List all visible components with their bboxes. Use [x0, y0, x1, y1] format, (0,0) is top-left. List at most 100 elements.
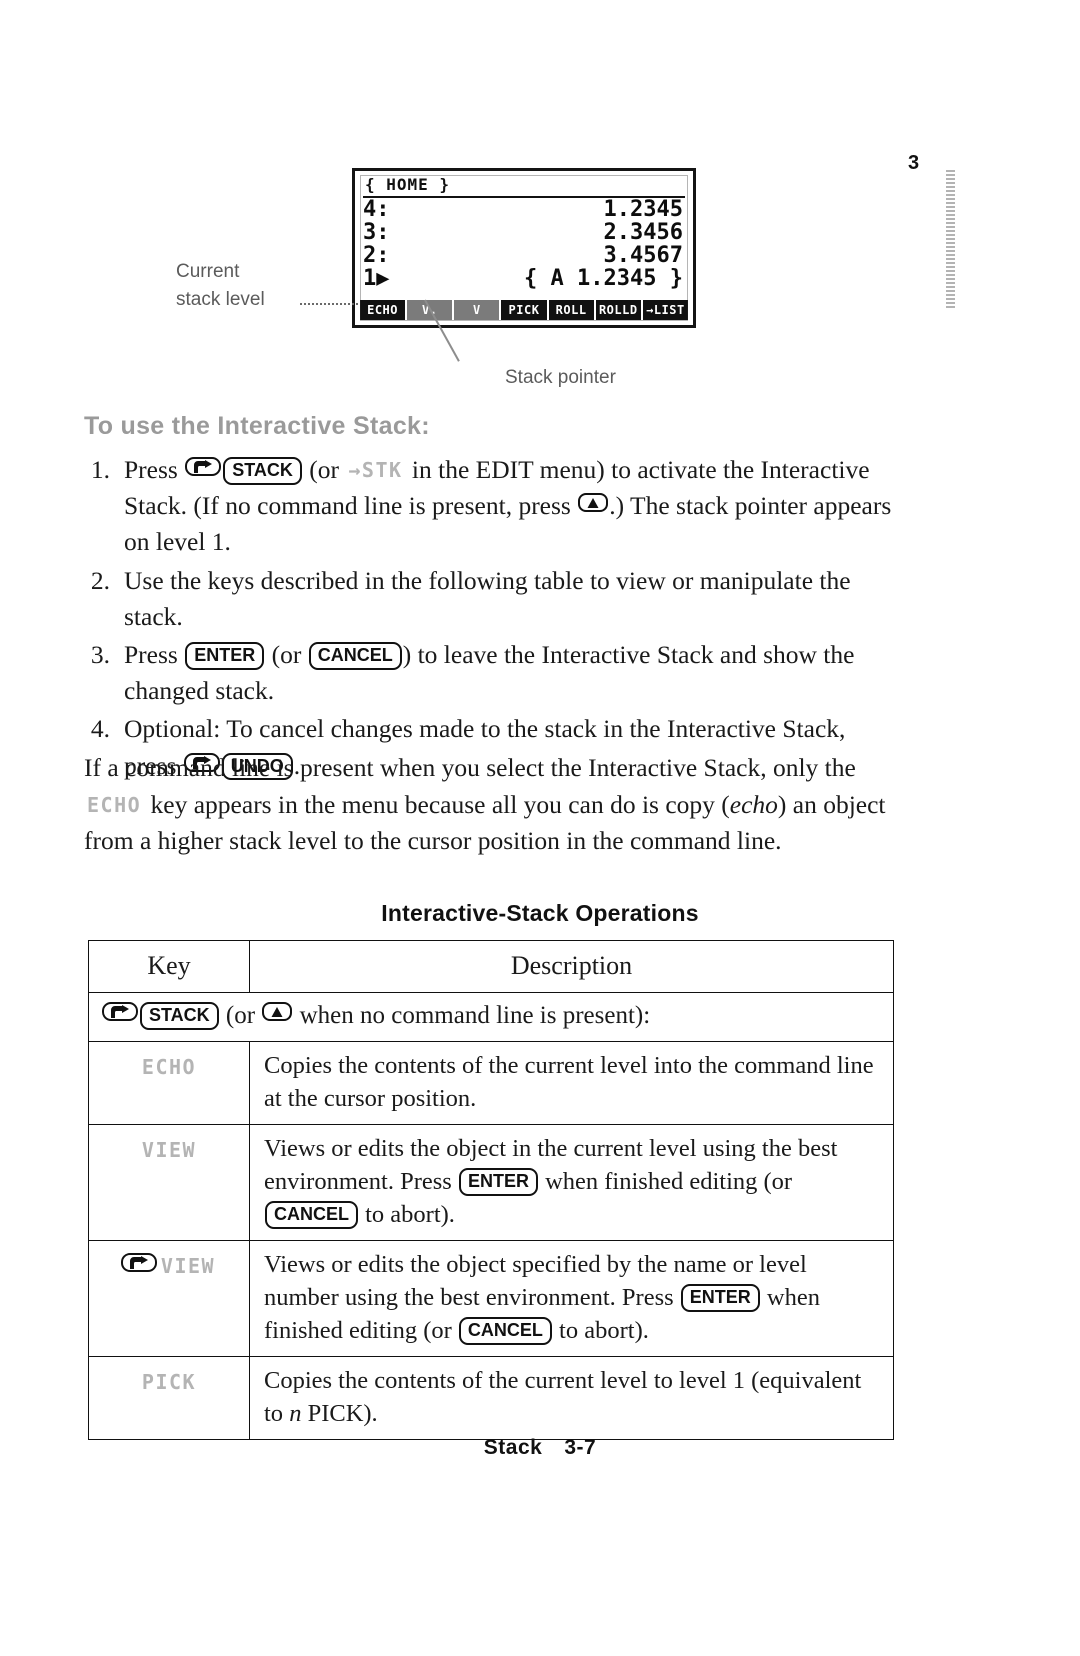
right-shift-key-icon [185, 457, 222, 476]
table-row: VIEW Views or edits the object in the cur… [88, 1123, 894, 1242]
body-text: If a command line is present when you se… [84, 753, 856, 782]
callout-leader-line-current [300, 303, 358, 305]
table-caption: Interactive-Stack Operations [381, 900, 699, 926]
step-number: 2. [90, 565, 110, 595]
softkey-list[interactable]: →LIST [642, 300, 688, 320]
keycap-stack: STACK [223, 457, 302, 485]
softkey-label-echo: ECHO [87, 792, 142, 817]
step-text: Press ENTER (or CANCEL) to leave the Int… [124, 637, 898, 709]
step-number: 3. [90, 640, 110, 670]
keycap-cancel: CANCEL [265, 1201, 358, 1229]
stack-level-label: 3: [363, 219, 390, 245]
body-text: Press [124, 640, 185, 670]
keycap-stack: STACK [140, 1002, 219, 1030]
chapter-thumb-bar [946, 170, 955, 310]
up-arrow-key-icon [578, 493, 609, 513]
body-text: PICK). [301, 1400, 378, 1428]
chapter-thumb-number: 3 [908, 152, 920, 174]
table-cell-activation-note: STACK (or when no command line is presen… [88, 992, 894, 1042]
instruction-step: 2. Use the keys described in the followin… [84, 563, 898, 635]
table-row: ECHO Copies the contents of the current l… [88, 1040, 894, 1125]
stack-pointer-icon: ▶ [376, 265, 390, 291]
display-home-path: { HOME } [365, 175, 451, 194]
step-text: Press STACK (or →STK in the EDIT menu) t… [124, 452, 898, 561]
body-text: to abort). [552, 1317, 649, 1345]
softkey-roll[interactable]: ROLL [548, 300, 594, 320]
stack-level-value: 1.2345 [603, 196, 683, 222]
table-body: STACK (or when no command line is presen… [88, 992, 894, 1441]
body-text: (or [265, 640, 308, 670]
footer-section-name: Stack [483, 1436, 543, 1459]
keycap-cancel: CANCEL [458, 1317, 552, 1345]
stack-level-value: 3.4567 [603, 242, 683, 268]
table-cell-key: VIEW [88, 1123, 250, 1242]
table-row: VIEW Views or edits the object specified … [88, 1240, 894, 1358]
body-text: (or [302, 455, 346, 484]
instruction-step: 1. Press STACK (or →STK in the EDIT menu)… [84, 452, 898, 561]
callout-current-line1: Current [176, 261, 240, 282]
table-row: PICK Copies the contents of the current l… [88, 1356, 894, 1441]
keycap-enter: ENTER [680, 1284, 760, 1312]
keycap-enter: ENTER [185, 642, 265, 670]
body-text: when no command line is present): [293, 1002, 651, 1030]
body-text: Use the keys described in the following … [124, 565, 851, 631]
command-line-paragraph: If a command line is present when you se… [84, 750, 902, 860]
table-cell-description: Copies the contents of the current level… [249, 1356, 894, 1441]
callout-current-stack-level: Current stack level [176, 258, 265, 313]
table-cell-description: Views or edits the object in the current… [249, 1123, 894, 1242]
instruction-step: 3. Press ENTER (or CANCEL) to leave the I… [84, 637, 898, 709]
callout-current-line2: stack level [176, 288, 265, 310]
softkey-rolld[interactable]: ROLLD [595, 300, 641, 320]
step-number: 1. [90, 455, 110, 484]
calculator-display: { HOME } 4: 1.2345 3: 2.3456 2: 3.4567 1▶ { A 1… [352, 168, 696, 328]
body-text: when finished editing (or [538, 1168, 793, 1196]
softkey-pick[interactable]: PICK [501, 300, 547, 320]
body-text: to abort). [359, 1201, 455, 1229]
stack-level-label: 1▶ [363, 265, 390, 291]
table-header-description: Description [249, 939, 894, 994]
page-section-heading: To use the Interactive Stack: [84, 412, 430, 440]
stack-level-value: 2.3456 [603, 219, 683, 245]
keycap-cancel: CANCEL [308, 642, 402, 670]
table-cell-key: VIEW [88, 1240, 250, 1358]
softkey-label-view: VIEW [160, 1254, 216, 1279]
softkey-label-echo: ECHO [141, 1054, 197, 1079]
body-text: Copies the contents of the current level… [264, 1051, 874, 1112]
table-cell-key: ECHO [88, 1040, 250, 1125]
table-row-activation-note: STACK (or when no command line is presen… [88, 992, 894, 1042]
softkey-label-stk: →STK [348, 458, 403, 482]
stack-row: 3: 2.3456 [363, 219, 685, 245]
table-header-row: Key Description [88, 939, 894, 994]
interactive-stack-operations-table: Key Description STACK (or when no comman… [88, 939, 894, 1441]
emphasis-text: n [289, 1400, 302, 1428]
stack-rows-container: 4: 1.2345 3: 2.3456 2: 3.4567 1▶ { A 1.2345 } [363, 196, 685, 291]
table-header-key: Key [88, 939, 250, 994]
body-text: key appears in the menu because all you … [144, 789, 730, 819]
softkey-label-view: VIEW [141, 1137, 197, 1162]
page-footer: Stack 3-7 [0, 1436, 1080, 1460]
step-text: Use the keys described in the following … [124, 563, 898, 635]
stack-level-label: 4: [363, 196, 390, 222]
softkey-label-pick: PICK [141, 1370, 197, 1395]
right-shift-key-icon [120, 1253, 157, 1273]
keycap-enter: ENTER [458, 1168, 538, 1196]
table-cell-key: PICK [88, 1356, 250, 1441]
callout-stack-pointer: Stack pointer [505, 367, 616, 388]
display-softkey-menu: ECHOV.VPICKROLLROLLD→LIST [360, 300, 688, 320]
table-cell-description: Views or edits the object specified by t… [249, 1240, 894, 1358]
stack-row: 1▶ { A 1.2345 } [363, 265, 685, 291]
up-arrow-key-icon [262, 1002, 293, 1022]
emphasis-text: echo [729, 789, 778, 819]
stack-row: 4: 1.2345 [363, 196, 685, 222]
softkey-echo[interactable]: ECHO [360, 300, 406, 320]
calculator-screen-figure: { HOME } 4: 1.2345 3: 2.3456 2: 3.4567 1▶ { A 1… [352, 168, 696, 328]
softkey-v[interactable]: V [454, 300, 500, 320]
body-text: (or [219, 1002, 262, 1030]
stack-row: 2: 3.4567 [363, 242, 685, 268]
body-text: Press [124, 455, 185, 484]
table-cell-description: Copies the contents of the current level… [249, 1040, 894, 1125]
footer-page-number: 3-7 [564, 1436, 597, 1459]
stack-level-label: 2: [363, 242, 390, 268]
stack-level-value: { A 1.2345 } [524, 265, 683, 291]
instruction-step-list: 1. Press STACK (or →STK in the EDIT menu)… [84, 452, 898, 786]
